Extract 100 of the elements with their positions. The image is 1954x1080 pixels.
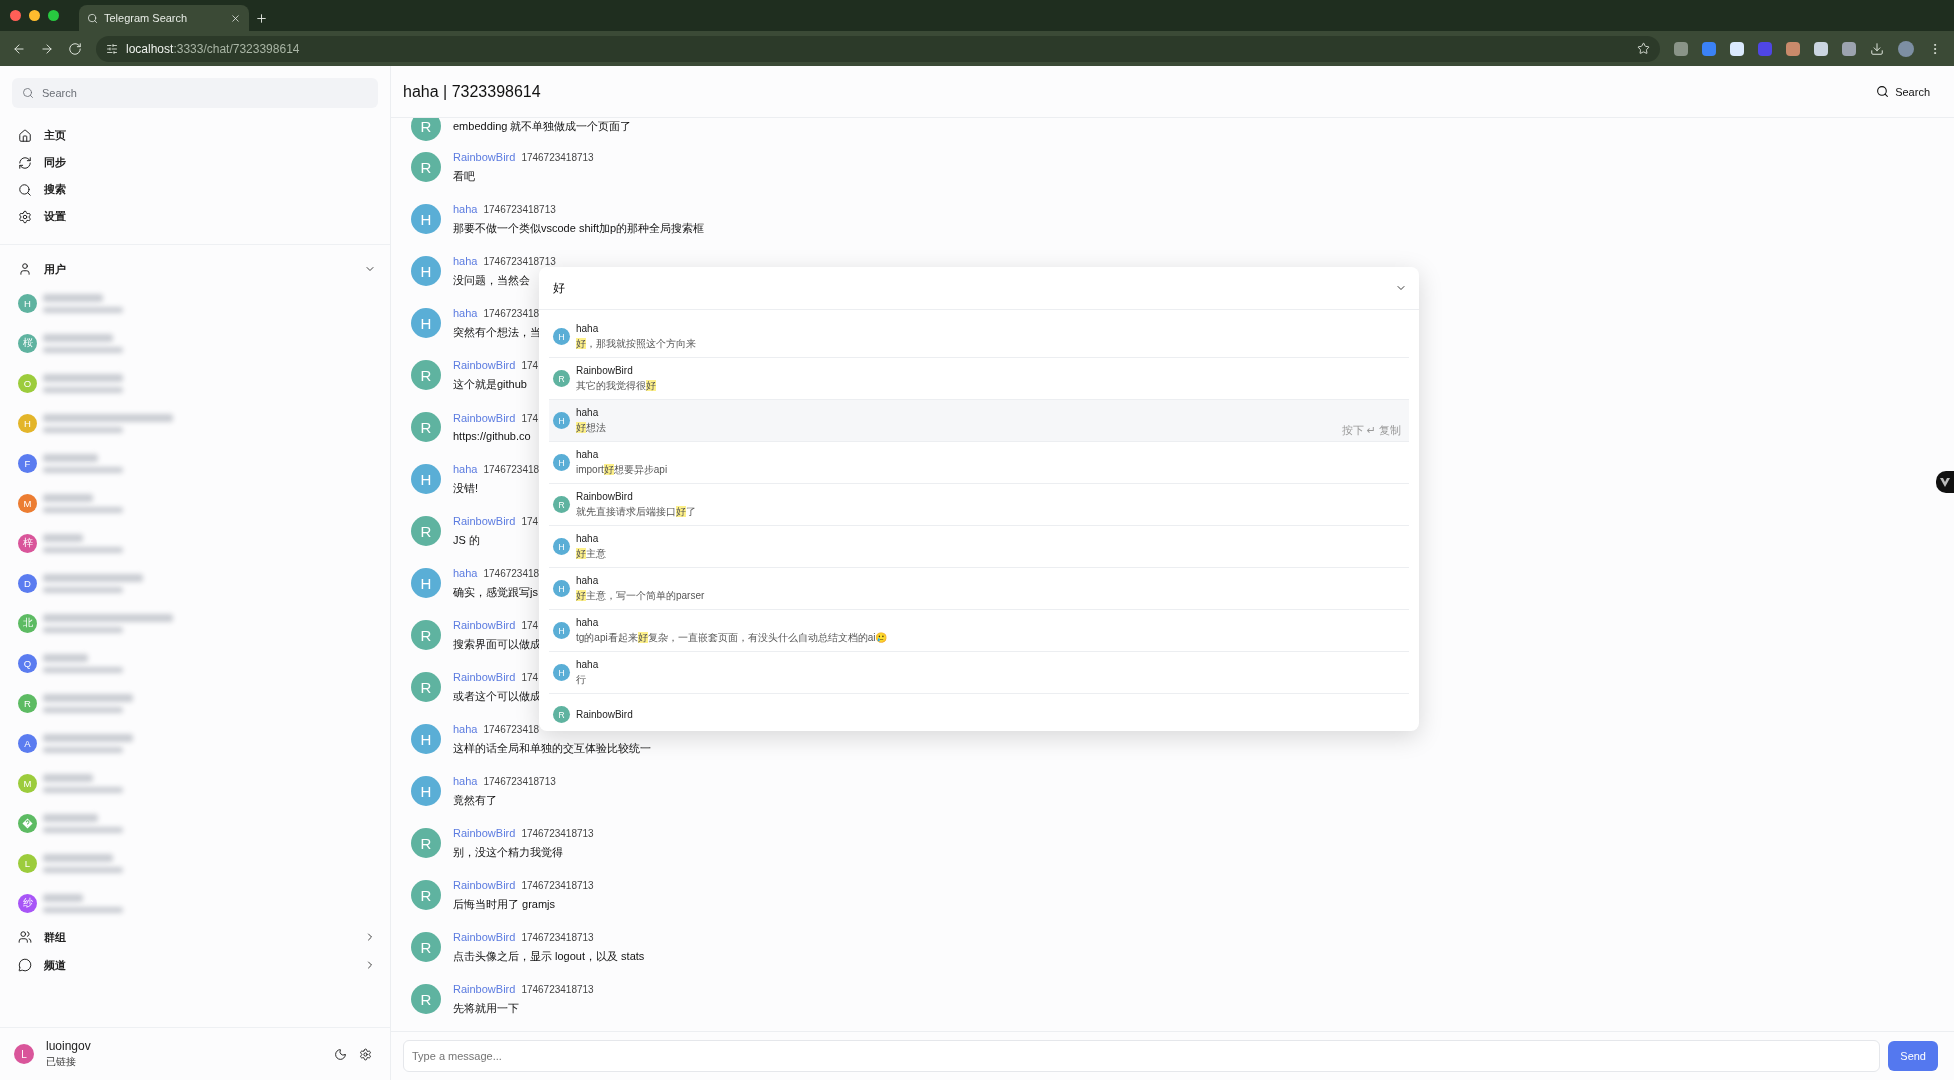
user-avatar[interactable]: 纱	[18, 893, 37, 913]
account-name: luoingov	[46, 1039, 92, 1053]
browser-tab[interactable]: Telegram Search	[79, 5, 249, 31]
message-text: https://github.co	[453, 430, 532, 442]
message-time: 1746723418	[483, 723, 540, 735]
sender-name[interactable]: haha	[453, 462, 478, 475]
message-text: 看吧	[453, 168, 476, 184]
message-text: 这个就是github	[453, 376, 528, 392]
sender-name[interactable]: RainbowBird	[453, 514, 516, 527]
extension-icon[interactable]	[1730, 41, 1744, 56]
settings-icon[interactable]	[359, 1047, 372, 1061]
nav-item[interactable]: 同步	[18, 149, 372, 176]
result-text: 其它的我觉得很好	[576, 378, 656, 393]
message-text: 先将就用一下	[453, 1000, 520, 1016]
result-text: 好主意，写一个简单的parser	[576, 588, 705, 603]
sender-avatar: R	[411, 672, 441, 702]
sender-name[interactable]: RainbowBird	[453, 982, 516, 995]
message-text: 那要不做一个类似vscode shift加p的那种全局搜索框	[453, 220, 705, 236]
sender-name[interactable]: RainbowBird	[453, 618, 516, 631]
message-time: 174	[521, 515, 539, 527]
user-avatar[interactable]: 梓	[18, 533, 37, 553]
message-input[interactable]: Type a message...	[403, 1040, 1881, 1072]
sender-avatar: R	[411, 932, 441, 962]
message-time: 1746723418713	[521, 931, 594, 943]
user-avatar[interactable]: M	[18, 493, 37, 513]
sender-name: haha	[576, 532, 600, 544]
moon-icon[interactable]	[334, 1047, 347, 1061]
sender-avatar: R	[411, 516, 441, 546]
sender-name[interactable]: RainbowBird	[453, 878, 516, 891]
sender-avatar: H	[553, 580, 570, 597]
address-bar[interactable]: localhost:3333/chat/7323398614	[96, 35, 1660, 62]
sender-name: RainbowBird	[576, 364, 634, 376]
nav-item[interactable]: 搜索	[18, 176, 372, 203]
forward-icon[interactable]	[40, 41, 54, 56]
site-settings-icon[interactable]	[106, 42, 118, 55]
sender-avatar: R	[411, 620, 441, 650]
new-tab-icon[interactable]	[255, 11, 268, 25]
chat-bubble-icon	[18, 958, 32, 972]
sender-avatar: H	[411, 308, 441, 338]
section-header[interactable]: 频道	[18, 951, 376, 979]
sender-name[interactable]: RainbowBird	[453, 412, 516, 424]
sender-name[interactable]: haha	[453, 566, 478, 579]
message-text: 搜索界面可以做成	[453, 636, 541, 652]
result-text: 就先直接请求后端接口好了	[576, 504, 696, 519]
user-avatar[interactable]: H	[18, 293, 37, 313]
sender-name[interactable]: RainbowBird	[453, 930, 516, 943]
sender-name: RainbowBird	[576, 490, 634, 502]
sender-name[interactable]: haha	[453, 202, 478, 215]
extension-icon[interactable]	[1814, 41, 1828, 56]
sender-name[interactable]: RainbowBird	[453, 358, 516, 371]
nav-item[interactable]: 主页	[18, 122, 372, 149]
sender-name: haha	[576, 574, 600, 586]
sender-avatar: R	[553, 370, 570, 387]
minimize-window-icon[interactable]	[29, 10, 40, 21]
send-button[interactable]: Send	[1888, 1041, 1938, 1071]
sender-name[interactable]: haha	[453, 306, 478, 319]
close-icon[interactable]	[230, 12, 241, 24]
sender-avatar: H	[553, 328, 570, 345]
user-avatar[interactable]: 北	[18, 613, 37, 633]
section-header[interactable]: 群组	[18, 923, 376, 951]
user-avatar[interactable]: R	[18, 693, 37, 713]
devtools-toggle[interactable]	[1936, 471, 1954, 493]
user-avatar[interactable]: 桜	[18, 333, 37, 353]
message-time: 1746723418713	[521, 983, 594, 995]
search-query-field[interactable]: 好	[551, 280, 1395, 296]
extension-icon[interactable]	[1842, 41, 1856, 56]
user-avatar[interactable]: A	[18, 733, 37, 753]
close-window-icon[interactable]	[10, 10, 21, 21]
question-diamond-icon	[22, 817, 33, 829]
search-field[interactable]: Search	[12, 78, 378, 108]
search-icon	[87, 12, 98, 24]
user-avatar[interactable]: F	[18, 453, 37, 473]
sender-name[interactable]: haha	[453, 254, 478, 267]
extension-icon[interactable]	[1786, 41, 1800, 56]
message-text: 没错!	[453, 480, 480, 496]
sender-avatar: H	[553, 454, 570, 471]
sender-name[interactable]: RainbowBird	[453, 670, 516, 683]
sender-avatar: R	[411, 828, 441, 858]
sender-avatar: R	[411, 118, 441, 141]
download-icon[interactable]	[1870, 41, 1884, 56]
sender-name[interactable]: RainbowBird	[453, 150, 516, 163]
search-result[interactable]: H haha 好想法 按下 ↵ 复制	[549, 400, 1409, 442]
result-text: 好主意	[576, 546, 606, 561]
maximize-window-icon[interactable]	[48, 10, 59, 21]
profile-avatar[interactable]	[1898, 40, 1914, 57]
chat-title: haha | 7323398614	[403, 82, 542, 101]
user-avatar[interactable]: Q	[18, 653, 37, 673]
bookmark-icon[interactable]	[1637, 42, 1650, 55]
sender-name[interactable]: RainbowBird	[453, 826, 516, 839]
back-icon[interactable]	[12, 41, 26, 56]
sender-avatar: H	[411, 464, 441, 494]
search-button[interactable]: Search	[1870, 84, 1936, 99]
user-avatar[interactable]: D	[18, 573, 37, 593]
reload-icon[interactable]	[68, 41, 82, 56]
account-avatar[interactable]: L	[14, 1044, 34, 1064]
section-header[interactable]: 用户	[18, 255, 376, 283]
nav-item[interactable]: 设置	[18, 203, 372, 230]
sender-name[interactable]: haha	[453, 774, 478, 787]
sender-name[interactable]: haha	[453, 722, 478, 735]
search-icon	[22, 87, 34, 99]
